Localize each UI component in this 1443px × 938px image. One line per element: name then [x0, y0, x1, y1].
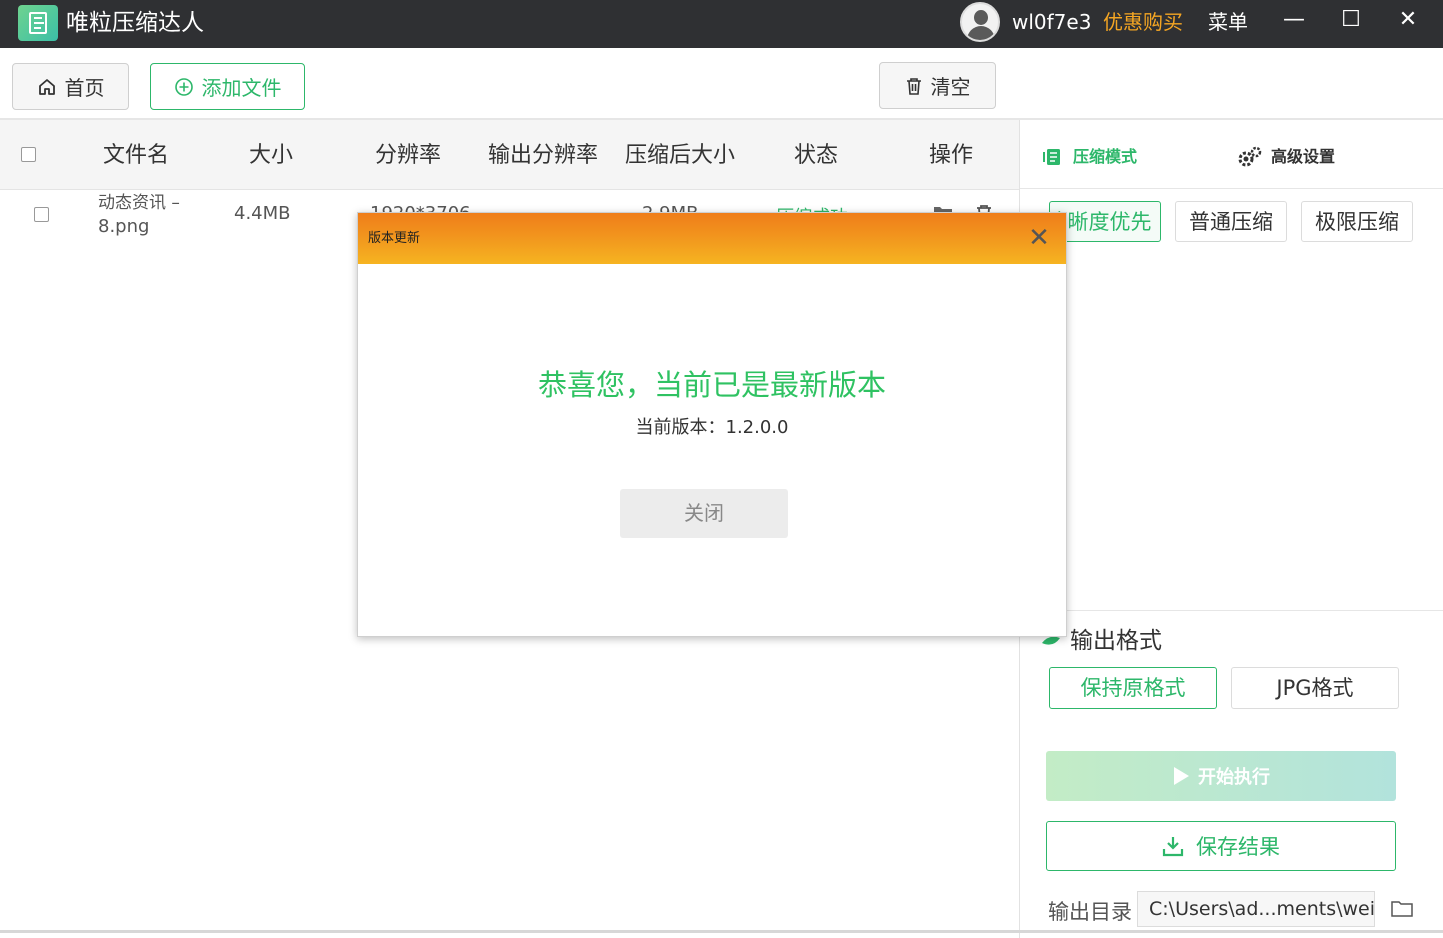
tab-compress-mode-label: 压缩模式: [1073, 147, 1138, 166]
minimize-button[interactable]: —: [1271, 0, 1317, 40]
plus-circle-icon: [174, 77, 193, 96]
right-panel-tab-divider: [1020, 188, 1443, 189]
avatar[interactable]: [960, 2, 1000, 42]
dialog-version-text: 当前版本：1.2.0.0: [635, 417, 789, 438]
trash-icon: [906, 77, 921, 95]
start-button[interactable]: 开始执行: [1046, 751, 1396, 801]
output-format-divider: [1067, 610, 1443, 611]
home-label: 首页: [64, 76, 105, 100]
window-close-button[interactable]: ✕: [1385, 0, 1431, 40]
version-update-dialog: 版本更新 ✕ 恭喜您，当前已是最新版本 当前版本：1.2.0.0 关闭: [357, 212, 1067, 637]
format-jpg-button[interactable]: JPG格式: [1231, 667, 1399, 709]
app-logo-icon: [18, 5, 58, 41]
output-format-title: 输出格式: [1070, 628, 1162, 654]
column-size: 大小: [249, 143, 294, 168]
clear-button[interactable]: 清空: [879, 62, 996, 109]
column-status: 状态: [794, 143, 839, 168]
buy-link[interactable]: 优惠购买: [1103, 8, 1183, 36]
maximize-button[interactable]: ☐: [1328, 0, 1374, 40]
format-keep-original-button[interactable]: 保持原格式: [1049, 667, 1217, 709]
compress-mode-icon: [1043, 149, 1060, 165]
dialog-close-button[interactable]: 关闭: [620, 489, 788, 538]
play-icon: [1174, 767, 1189, 785]
row-checkbox[interactable]: [34, 207, 49, 222]
home-button[interactable]: 首页: [12, 63, 129, 110]
file-size: 4.4MB: [234, 203, 291, 224]
home-icon: [38, 78, 55, 95]
tab-advanced-settings[interactable]: 高级设置: [1237, 143, 1335, 171]
add-file-button[interactable]: 添加文件: [150, 63, 305, 110]
clear-label: 清空: [930, 75, 971, 99]
dialog-header: 版本更新 ✕: [358, 213, 1066, 264]
save-results-label: 保存结果: [1196, 835, 1280, 859]
column-resolution: 分辨率: [375, 143, 442, 168]
mode-extreme-button[interactable]: 极限压缩: [1301, 201, 1413, 242]
gear-icon: [1238, 146, 1262, 167]
download-icon: [1162, 837, 1184, 857]
file-name-line2: 8.png: [98, 216, 150, 237]
select-all-checkbox[interactable]: [21, 147, 36, 162]
bottom-border: [0, 930, 1443, 933]
tab-compress-mode[interactable]: 压缩模式: [1041, 143, 1137, 171]
add-file-label: 添加文件: [201, 76, 282, 100]
column-actions: 操作: [929, 143, 974, 168]
column-output-resolution: 输出分辨率: [488, 143, 599, 168]
app-title: 唯粒压缩达人: [66, 10, 204, 36]
file-name-line1: 动态资讯 –: [98, 193, 180, 213]
mode-normal-button[interactable]: 普通压缩: [1175, 201, 1287, 242]
column-filename: 文件名: [103, 143, 170, 168]
title-bar: 唯粒压缩达人 wl0f7e3 优惠购买 菜单 — ☐ ✕: [0, 0, 1443, 48]
output-dir-label: 输出目录: [1048, 900, 1132, 924]
dialog-close-icon[interactable]: ✕: [1026, 225, 1052, 251]
username[interactable]: wl0f7e3: [1012, 8, 1091, 36]
column-compressed-size: 压缩后大小: [625, 143, 736, 168]
tab-advanced-settings-label: 高级设置: [1271, 147, 1336, 166]
table-header: 文件名 大小 分辨率 输出分辨率 压缩后大小 状态 操作: [0, 120, 1019, 190]
start-label: 开始执行: [1198, 767, 1270, 788]
output-dir-field[interactable]: C:\Users\ad...ments\weili: [1137, 891, 1375, 927]
dialog-message: 恭喜您，当前已是最新版本: [537, 368, 886, 402]
browse-folder-icon[interactable]: [1391, 900, 1413, 917]
menu-button[interactable]: 菜单: [1208, 8, 1248, 36]
save-results-button[interactable]: 保存结果: [1046, 821, 1396, 871]
dialog-title: 版本更新: [368, 231, 421, 246]
